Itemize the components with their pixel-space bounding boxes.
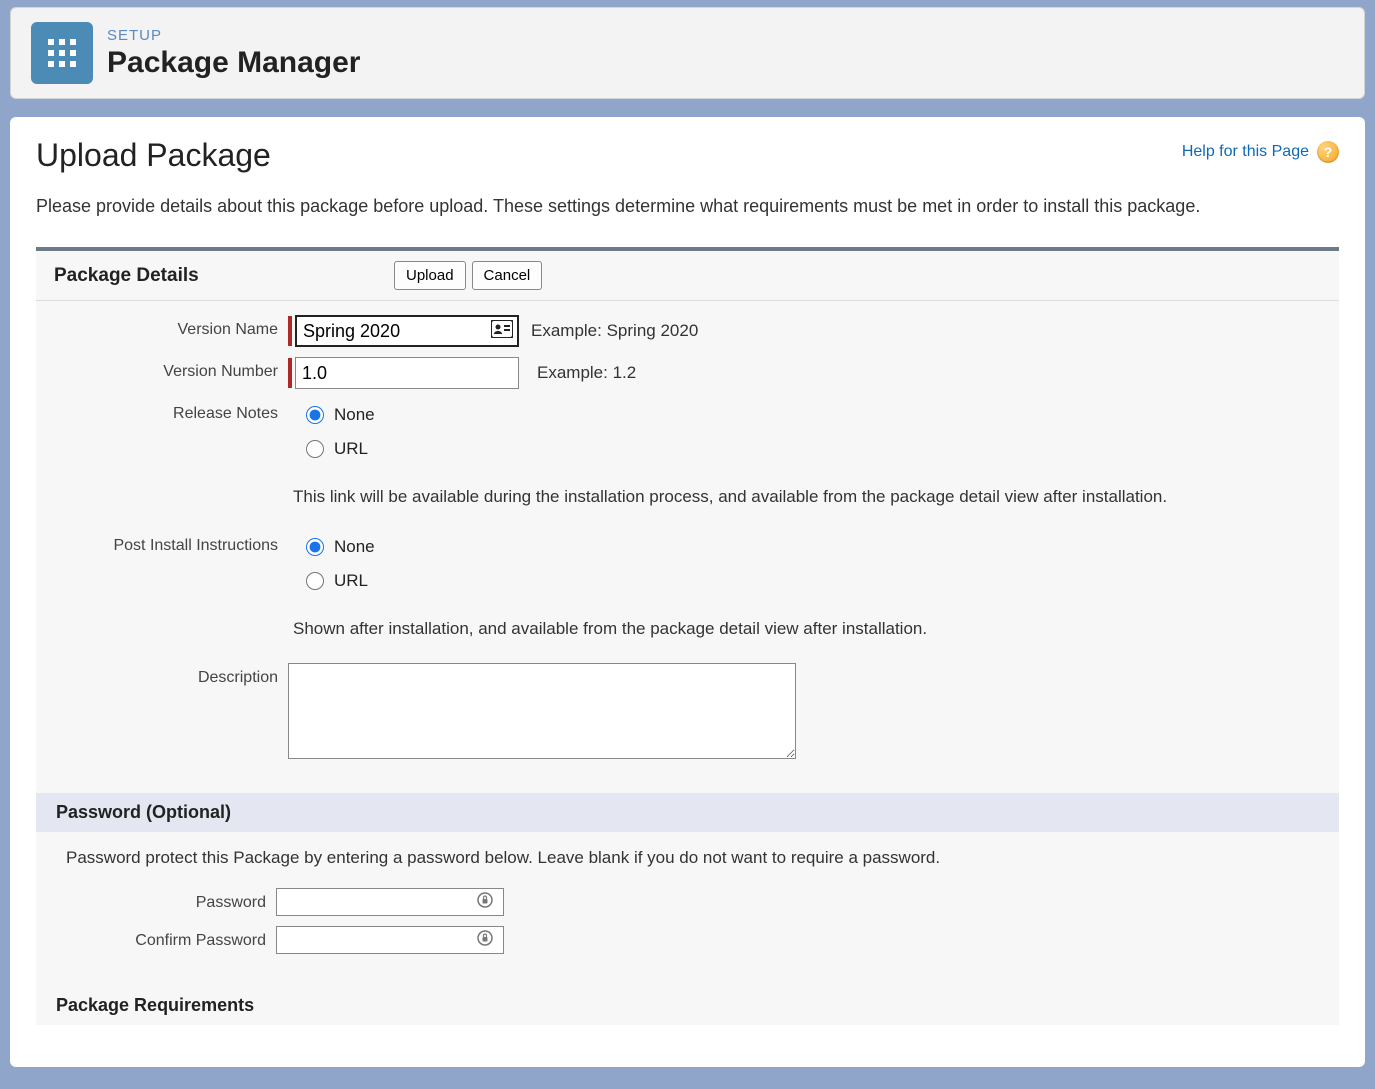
version-number-label: Version Number [44, 357, 288, 381]
release-notes-url-option[interactable]: URL [306, 439, 375, 459]
package-details-section: Package Details Upload Cancel Version Na… [36, 247, 1339, 1065]
post-install-none-radio[interactable] [306, 538, 324, 556]
post-install-url-option[interactable]: URL [306, 571, 375, 591]
page-title: Upload Package [36, 137, 271, 174]
content-scroll[interactable]: Upload Package Help for this Page ? Plea… [10, 117, 1365, 1067]
post-install-none-option[interactable]: None [306, 537, 375, 557]
version-name-label: Version Name [44, 315, 288, 339]
password-section-title: Password (Optional) [36, 793, 1339, 832]
header-title: Package Manager [107, 46, 360, 80]
version-number-hint: Example: 1.2 [537, 363, 636, 383]
confirm-password-label: Confirm Password [66, 926, 276, 950]
required-indicator [288, 358, 292, 388]
description-label: Description [44, 663, 288, 687]
help-icon[interactable]: ? [1317, 141, 1339, 163]
confirm-password-input[interactable] [276, 926, 504, 954]
release-notes-none-label: None [334, 405, 375, 425]
required-indicator [288, 316, 292, 346]
content-wrap: Upload Package Help for this Page ? Plea… [10, 117, 1365, 1067]
post-install-label: Post Install Instructions [44, 531, 288, 555]
release-notes-none-option[interactable]: None [306, 405, 375, 425]
version-number-input[interactable] [295, 357, 519, 389]
release-notes-none-radio[interactable] [306, 406, 324, 424]
release-notes-url-label: URL [334, 439, 368, 459]
intro-text: Please provide details about this packag… [36, 196, 1339, 217]
app-launcher-icon [31, 22, 93, 84]
release-notes-url-radio[interactable] [306, 440, 324, 458]
password-section-intro: Password protect this Package by enterin… [66, 848, 1309, 868]
upload-button[interactable]: Upload [394, 261, 466, 290]
help-link[interactable]: Help for this Page [1182, 143, 1309, 161]
package-details-title: Package Details [54, 265, 394, 287]
password-label: Password [66, 888, 276, 912]
cancel-button[interactable]: Cancel [472, 261, 543, 290]
requirements-section-title: Package Requirements [36, 986, 1339, 1025]
post-install-none-label: None [334, 537, 375, 557]
header-subtitle: SETUP [107, 27, 360, 44]
version-name-input[interactable] [295, 315, 519, 347]
version-name-hint: Example: Spring 2020 [531, 321, 698, 341]
password-input[interactable] [276, 888, 504, 916]
page-header: SETUP Package Manager [10, 7, 1365, 99]
post-install-desc: Shown after installation, and available … [288, 607, 927, 653]
release-notes-label: Release Notes [44, 399, 288, 423]
description-textarea[interactable] [288, 663, 796, 759]
post-install-url-label: URL [334, 571, 368, 591]
release-notes-desc: This link will be available during the i… [288, 475, 1167, 521]
post-install-url-radio[interactable] [306, 572, 324, 590]
